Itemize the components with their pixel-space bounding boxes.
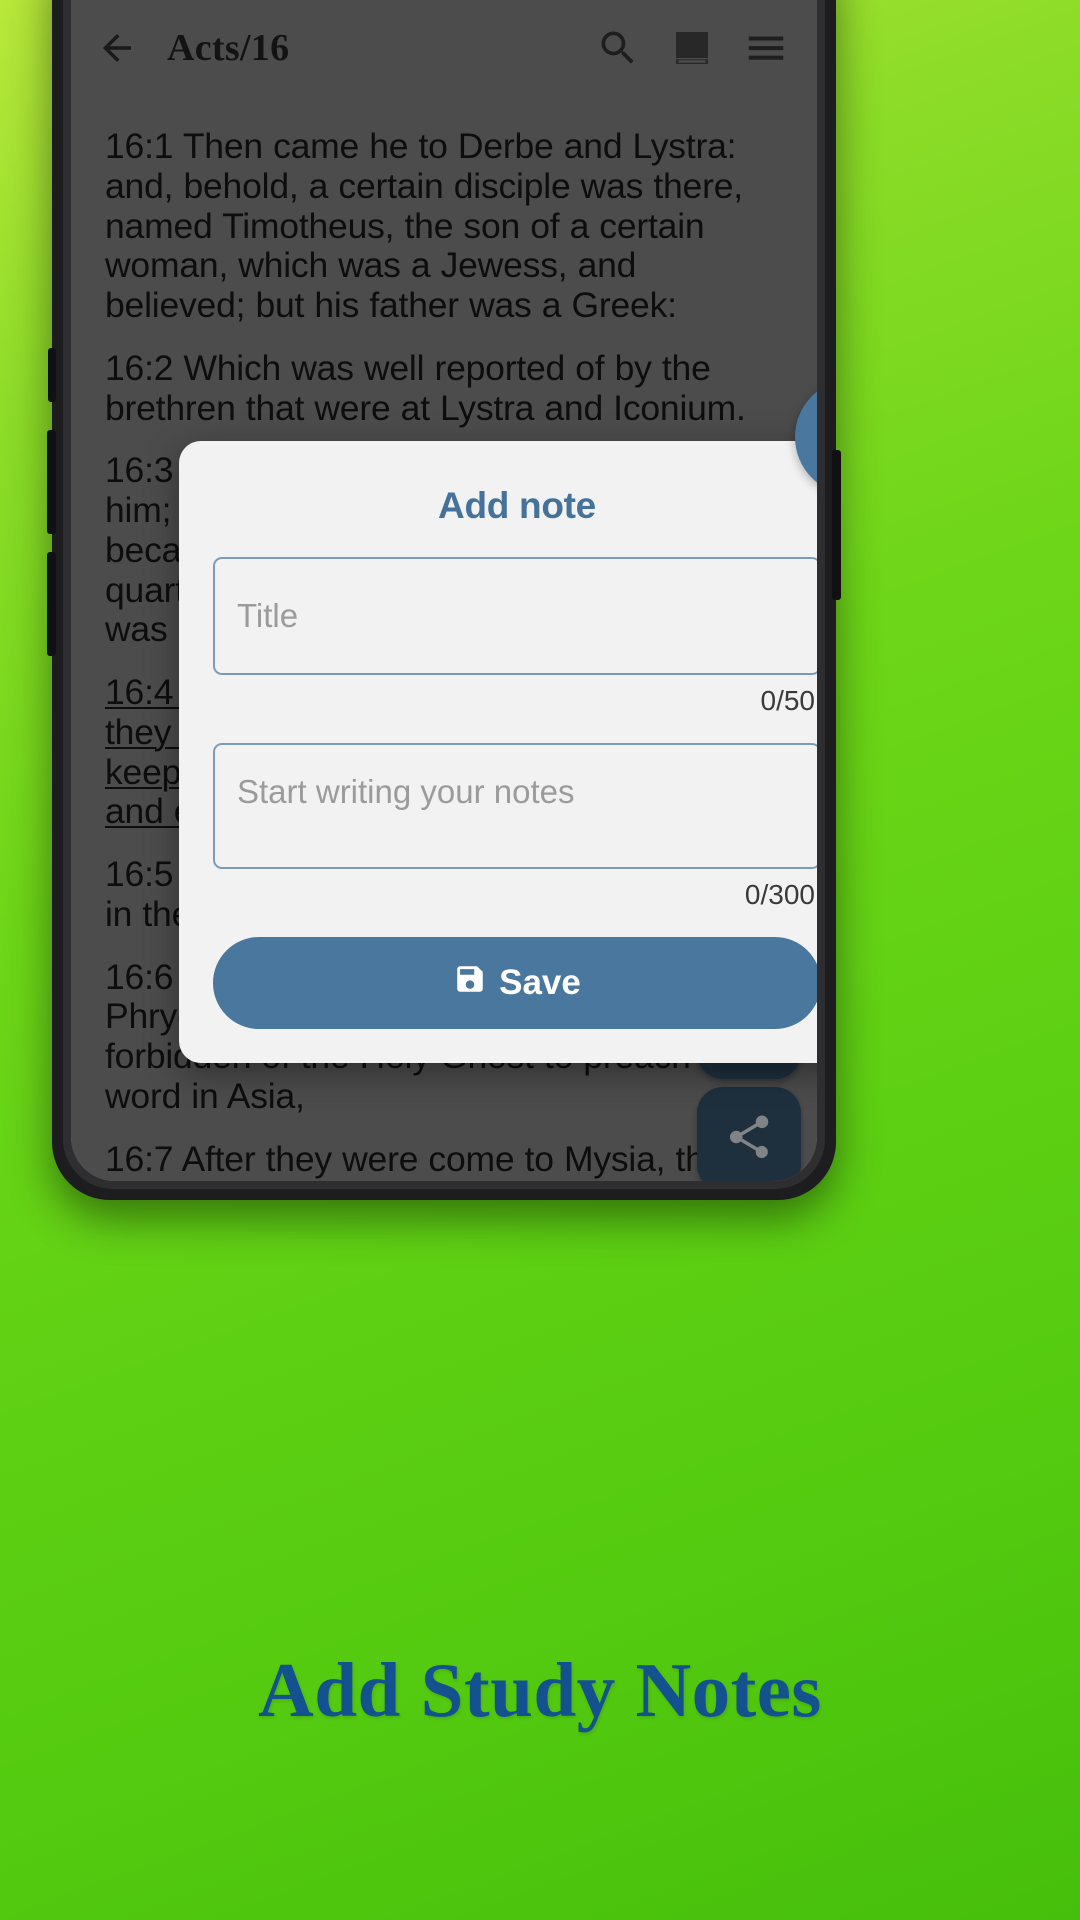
promo-caption: Add Study Notes [258, 1647, 822, 1733]
floppy-disk-save-icon [453, 962, 487, 1005]
phone-frame: Acts/16 16:1 Then came he to Derbe and L… [47, 0, 841, 1200]
phone-mute-switch[interactable] [48, 348, 56, 402]
note-title-input[interactable] [213, 557, 817, 675]
phone-power-button[interactable] [832, 450, 841, 600]
bible-reader-app: Acts/16 16:1 Then came he to Derbe and L… [71, 0, 817, 1181]
dialog-title: Add note [438, 485, 596, 526]
phone-volume-up-button[interactable] [47, 430, 56, 534]
notes-field-group: 0/300 [213, 743, 817, 911]
phone-volume-down-button[interactable] [47, 552, 56, 656]
phone-screen: Acts/16 16:1 Then came he to Derbe and L… [71, 0, 817, 1181]
notes-char-counter: 0/300 [744, 879, 815, 910]
save-button[interactable]: Save [213, 937, 817, 1029]
save-button-label: Save [499, 963, 581, 1002]
title-field-group: 0/50 [213, 557, 817, 717]
note-body-input[interactable] [213, 743, 817, 869]
add-note-dialog: Add note 0/50 0/300 [179, 379, 817, 1063]
title-char-counter: 0/50 [760, 685, 816, 716]
phone-bezel: Acts/16 16:1 Then came he to Derbe and L… [63, 0, 825, 1189]
